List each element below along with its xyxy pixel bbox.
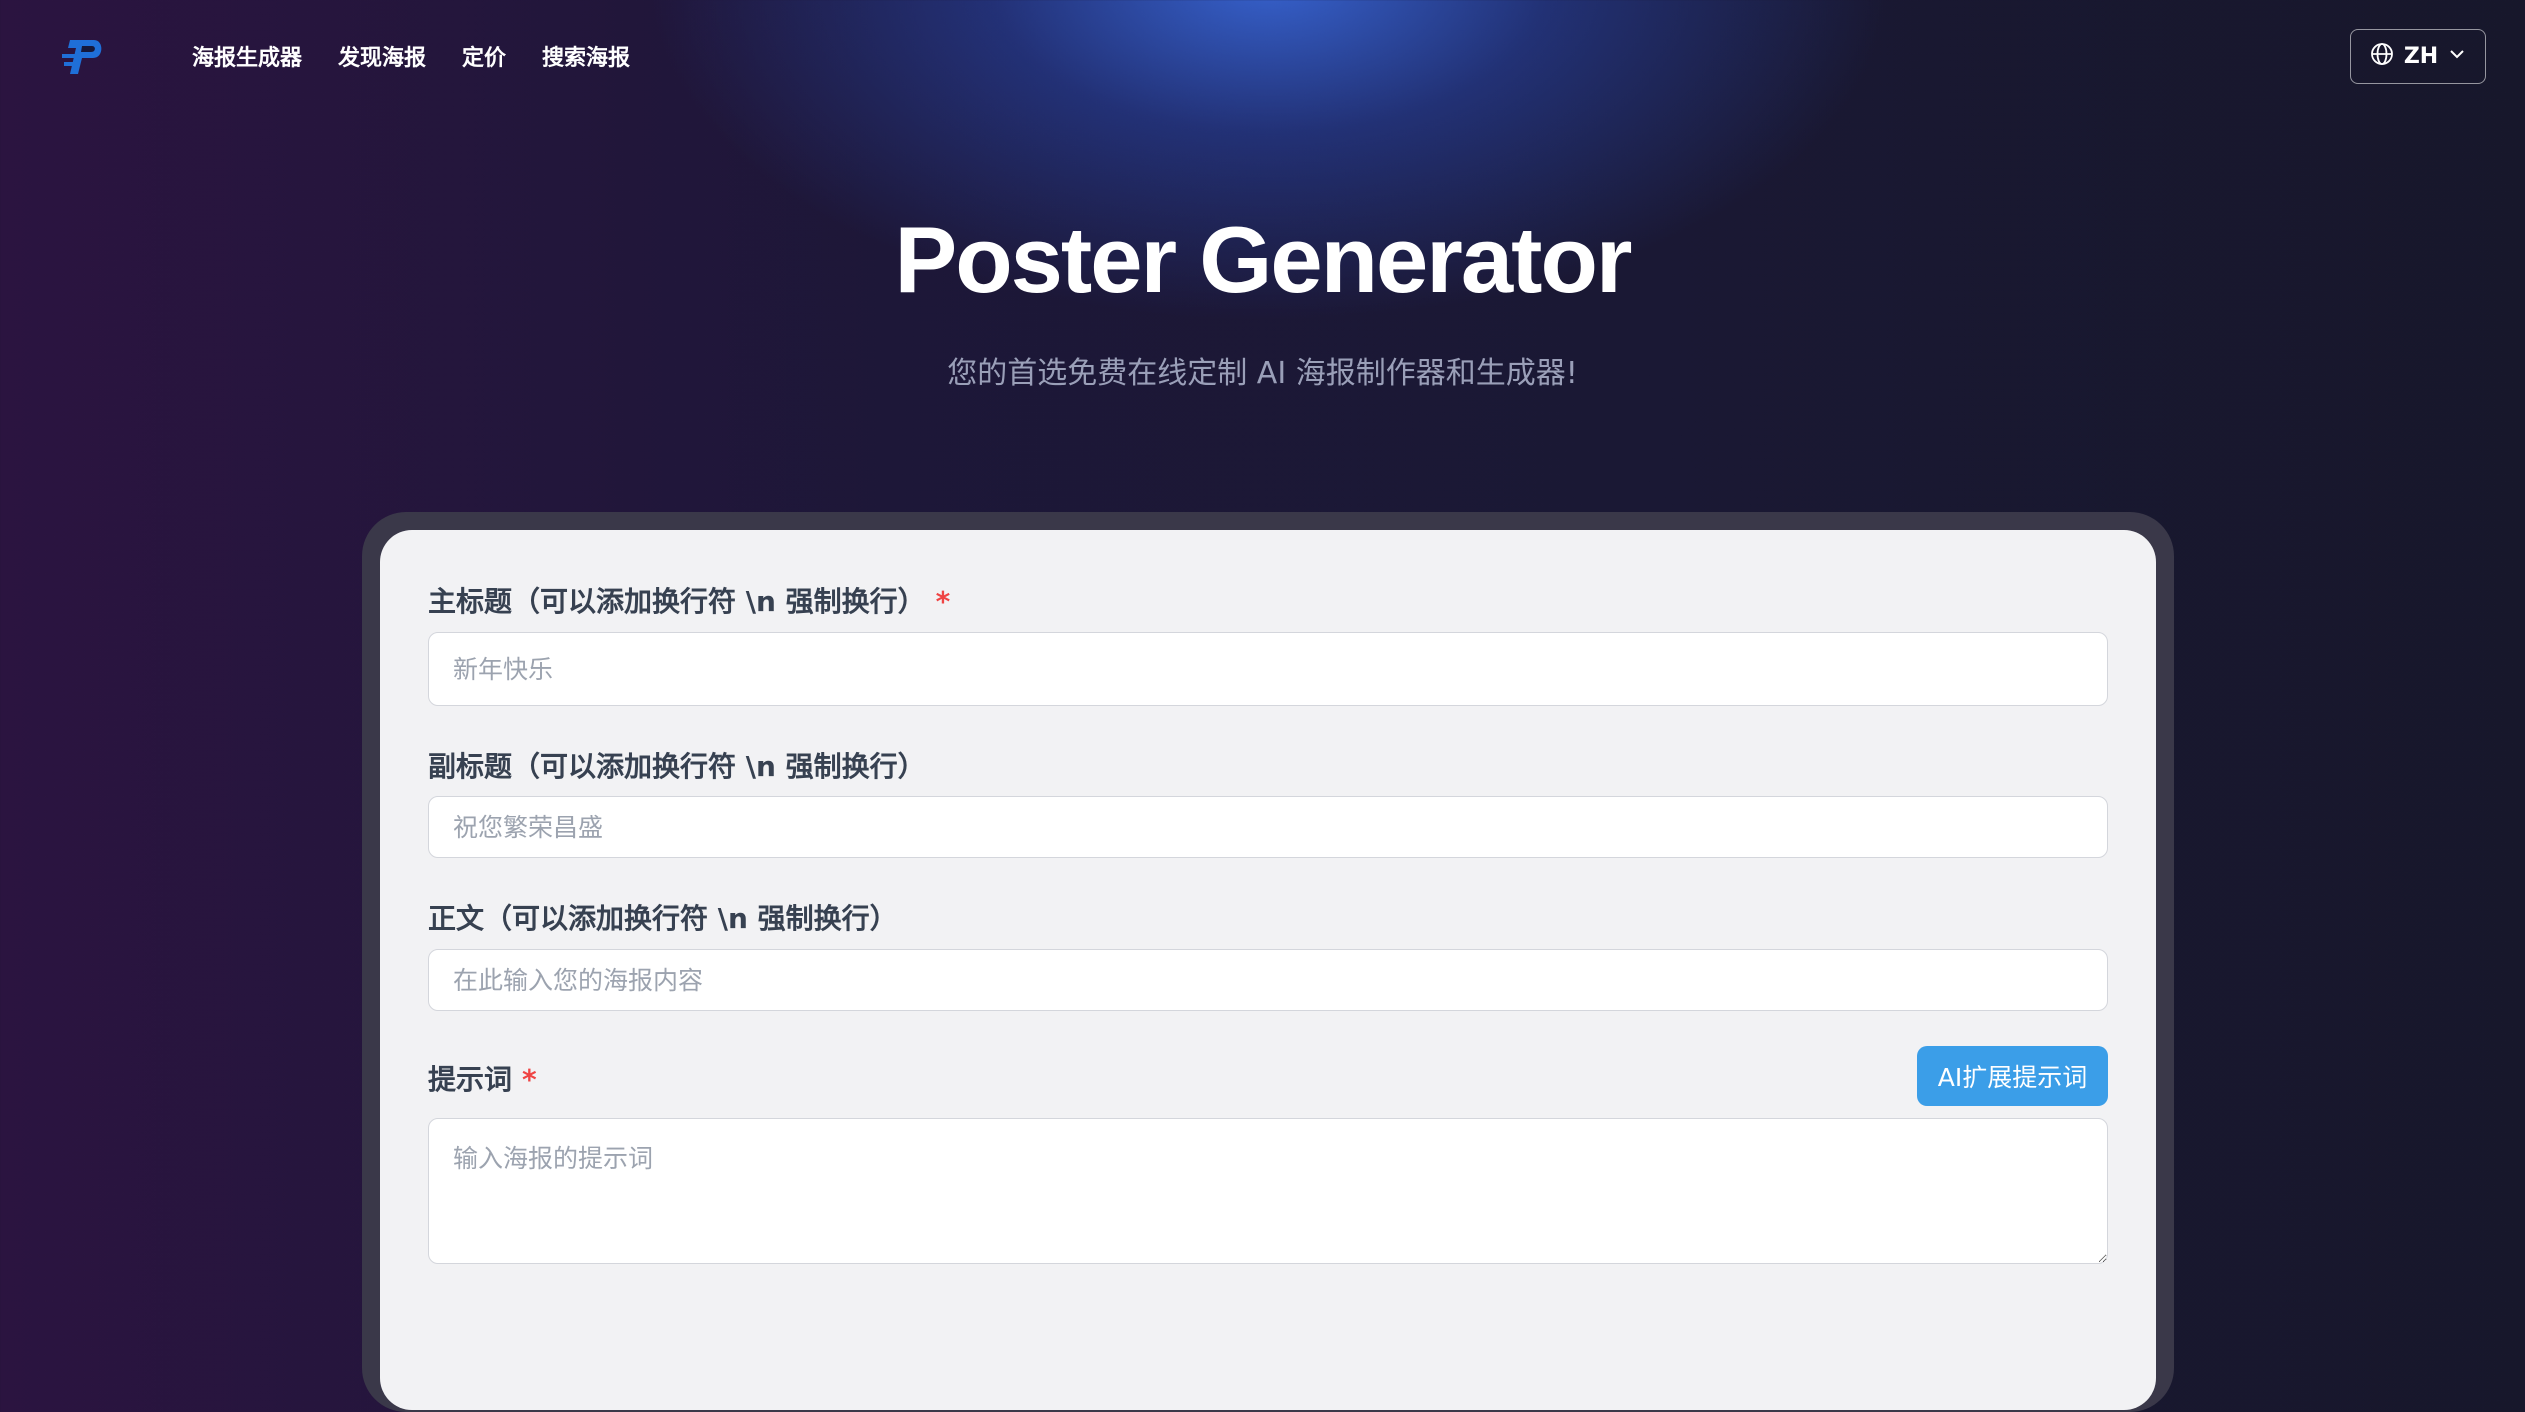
nav-link-discover-posters[interactable]: 发现海报 — [338, 40, 426, 72]
body-input[interactable] — [428, 949, 2108, 1011]
nav-links: 海报生成器 发现海报 定价 搜索海报 — [192, 40, 630, 72]
chevron-down-icon — [2448, 44, 2466, 69]
nav-link-pricing[interactable]: 定价 — [462, 40, 506, 72]
body-label: 正文（可以添加换行符 \n 强制换行） — [428, 902, 898, 935]
poster-p-logo-icon[interactable] — [60, 36, 108, 78]
subtitle-input[interactable] — [428, 796, 2108, 858]
page-title: Poster Generator — [894, 207, 1633, 312]
language-label: ZH — [2403, 44, 2439, 69]
globe-icon — [2370, 42, 2394, 72]
required-mark: * — [935, 585, 951, 618]
main-title-label: 主标题（可以添加换行符 \n 强制换行） * — [428, 585, 951, 618]
nav-link-poster-generator[interactable]: 海报生成器 — [192, 40, 302, 72]
required-mark: * — [522, 1063, 537, 1096]
main-title-input[interactable] — [428, 632, 2108, 706]
top-nav: 海报生成器 发现海报 定价 搜索海报 ZH — [0, 0, 2525, 114]
prompt-label: 提示词 * — [428, 1063, 537, 1096]
page-subtitle: 您的首选免费在线定制 AI 海报制作器和生成器! — [947, 356, 1578, 391]
prompt-textarea[interactable] — [428, 1118, 2108, 1264]
nav-link-search-posters[interactable]: 搜索海报 — [542, 40, 630, 72]
language-selector[interactable]: ZH — [2350, 29, 2486, 84]
ai-expand-prompt-button[interactable]: AI扩展提示词 — [1917, 1046, 2108, 1106]
subtitle-label: 副标题（可以添加换行符 \n 强制换行） — [428, 750, 926, 783]
